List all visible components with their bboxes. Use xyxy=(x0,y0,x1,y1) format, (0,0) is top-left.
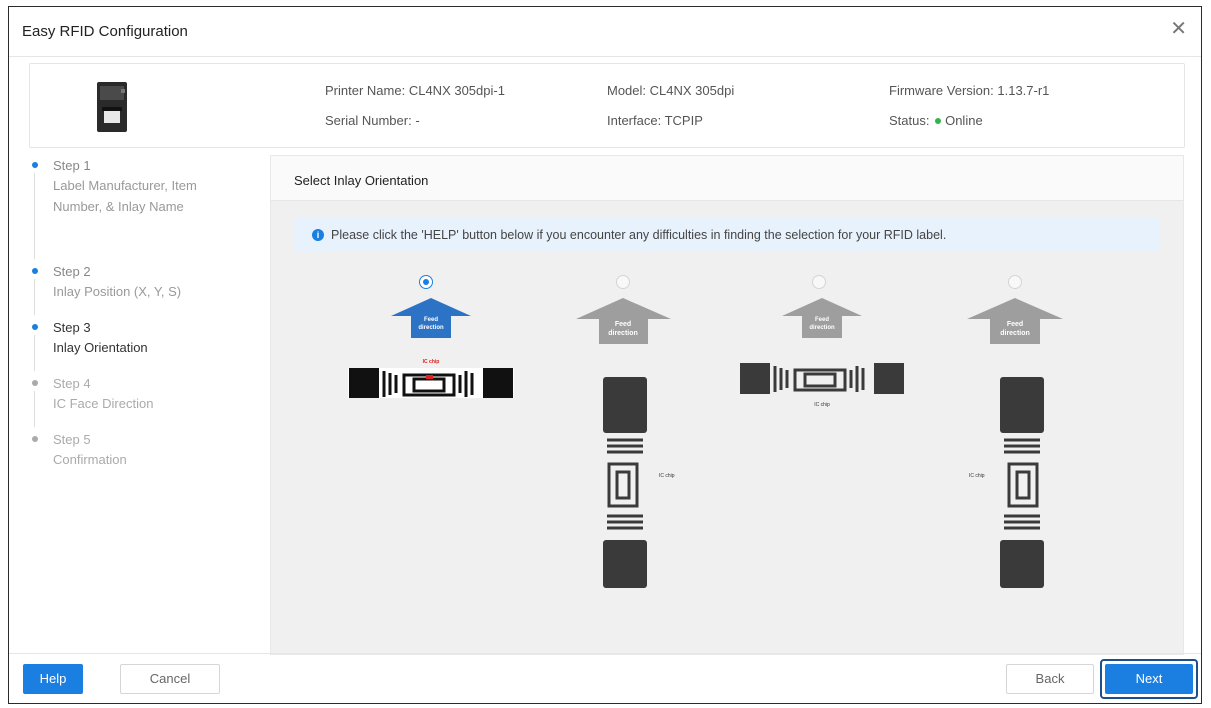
interface-value: TCPIP xyxy=(664,113,703,128)
chip-label: IC chip xyxy=(969,473,985,479)
orientation-radio-1[interactable] xyxy=(419,275,433,289)
chip-label: IC chip xyxy=(659,473,675,479)
step-1: Step 1 Label Manufacturer, Item Number, … xyxy=(25,157,255,259)
step-sidebar: Step 1 Label Manufacturer, Item Number, … xyxy=(25,157,255,487)
interface-field: Interface: TCPIP xyxy=(607,113,703,128)
step-2: Step 2 Inlay Position (X, Y, S) xyxy=(25,263,255,315)
step-connector xyxy=(34,391,35,427)
model-field: Model: CL4NX 305dpi xyxy=(607,83,734,98)
interface-label: Interface: xyxy=(607,113,662,128)
step-dot-icon xyxy=(32,268,38,274)
dialog-title: Easy RFID Configuration xyxy=(22,23,188,40)
step-name: Step 3 xyxy=(53,320,91,335)
step-dot-icon xyxy=(32,162,38,168)
step-name: Step 2 xyxy=(53,264,91,279)
step-desc: Inlay Position (X, Y, S) xyxy=(53,284,182,299)
firmware-value: 1.13.7-r1 xyxy=(997,83,1050,98)
feed-direction-arrow-icon: Feed direction xyxy=(391,298,471,338)
rfid-inlay-icon xyxy=(348,368,514,398)
step-connector xyxy=(34,335,35,371)
orientation-radio-2[interactable] xyxy=(616,275,630,289)
panel-header: Select Inlay Orientation xyxy=(271,156,1183,201)
step-connector xyxy=(34,173,35,259)
feed-direction-arrow-icon: Feed direction xyxy=(782,298,862,338)
help-notice: i Please click the 'HELP' button below i… xyxy=(294,218,1160,252)
step-5: Step 5 Confirmation xyxy=(25,431,255,475)
step-desc: IC Face Direction xyxy=(53,396,154,411)
step-desc: Inlay Orientation xyxy=(53,340,148,355)
step-3: Step 3 Inlay Orientation xyxy=(25,319,255,371)
step-desc: Confirmation xyxy=(53,452,127,467)
info-icon: i xyxy=(312,229,324,241)
arrow-text-2: direction xyxy=(418,325,444,331)
chip-label: IC chip xyxy=(423,359,440,365)
step-name: Step 4 xyxy=(53,376,91,391)
chip-label: IC chip xyxy=(814,402,830,408)
firmware-label: Firmware Version: xyxy=(889,83,994,98)
step-name: Step 1 xyxy=(53,158,91,173)
status-value: Online xyxy=(945,113,983,128)
orientation-option-1[interactable]: Feed direction IC chip xyxy=(346,296,516,398)
arrow-text-1: Feed xyxy=(815,317,829,323)
step-dot-icon xyxy=(32,380,38,386)
rfid-config-dialog: Easy RFID Configuration ✕ Printer Name: … xyxy=(8,6,1202,704)
arrow-text-2: direction xyxy=(1000,330,1030,337)
title-bar: Easy RFID Configuration ✕ xyxy=(9,7,1201,57)
orientation-radio-3[interactable] xyxy=(812,275,826,289)
arrow-text-1: Feed xyxy=(424,317,438,323)
next-button[interactable]: Next xyxy=(1105,664,1193,694)
serial-number-value: - xyxy=(415,113,420,128)
cancel-button[interactable]: Cancel xyxy=(120,664,220,694)
feed-direction-arrow-icon: Feed direction xyxy=(576,298,671,344)
orientation-option-2[interactable]: Feed direction IC chip xyxy=(561,296,691,596)
model-label: Model: xyxy=(607,83,647,98)
printer-name-field: Printer Name: CL4NX 305dpi-1 xyxy=(325,83,505,98)
rfid-inlay-icon xyxy=(1000,377,1044,588)
close-icon[interactable]: ✕ xyxy=(1170,19,1187,39)
notice-text: Please click the 'HELP' button below if … xyxy=(331,228,947,242)
orientation-option-4[interactable]: Feed direction IC chip xyxy=(947,296,1077,596)
dialog-footer: Help Cancel Back Next xyxy=(9,653,1201,703)
status-label: Status: xyxy=(889,113,930,128)
feed-direction-arrow-icon: Feed direction xyxy=(967,298,1063,344)
arrow-text-2: direction xyxy=(608,330,638,337)
serial-number-field: Serial Number: - xyxy=(325,113,420,128)
orientation-panel: Select Inlay Orientation i Please click … xyxy=(270,155,1184,655)
status-dot-icon xyxy=(935,117,942,124)
step-4: Step 4 IC Face Direction xyxy=(25,375,255,427)
arrow-text-1: Feed xyxy=(615,321,631,328)
printer-name-value: CL4NX 305dpi-1 xyxy=(408,83,505,98)
printer-icon xyxy=(97,82,127,132)
orientation-radio-4[interactable] xyxy=(1008,275,1022,289)
panel-title: Select Inlay Orientation xyxy=(294,173,429,188)
orientation-option-3[interactable]: Feed direction IC chip xyxy=(737,296,907,411)
printer-name-label: Printer Name: xyxy=(325,83,406,98)
arrow-text-2: direction xyxy=(809,325,835,331)
serial-number-label: Serial Number: xyxy=(325,113,412,128)
step-dot-icon xyxy=(32,436,38,442)
step-connector xyxy=(34,279,35,315)
status-field: Status: Online xyxy=(889,113,983,128)
back-button[interactable]: Back xyxy=(1006,664,1094,694)
model-value: CL4NX 305dpi xyxy=(649,83,735,98)
rfid-inlay-icon xyxy=(740,363,904,394)
rfid-inlay-icon xyxy=(603,377,647,588)
arrow-text-1: Feed xyxy=(1007,321,1023,328)
firmware-field: Firmware Version: 1.13.7-r1 xyxy=(889,83,1049,98)
step-dot-icon xyxy=(32,324,38,330)
printer-info-box: Printer Name: CL4NX 305dpi-1 Model: CL4N… xyxy=(29,63,1185,148)
step-name: Step 5 xyxy=(53,432,91,447)
step-desc: Label Manufacturer, Item Number, & Inlay… xyxy=(53,178,197,214)
help-button[interactable]: Help xyxy=(23,664,83,694)
